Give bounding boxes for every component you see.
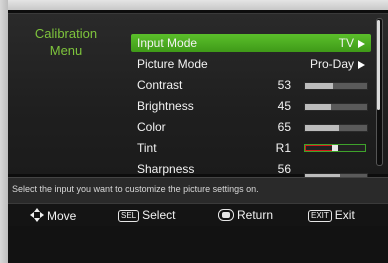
menu-item-label: Brightness	[137, 99, 194, 113]
menu-item-input-mode[interactable]: Input Mode TV	[131, 34, 371, 52]
menu-item-value: R1	[275, 141, 291, 155]
tv-bezel-left	[0, 0, 8, 263]
exit-hint: EXIT Exit	[308, 208, 355, 222]
menu-item-contrast[interactable]: Contrast 53	[131, 76, 371, 94]
menu-item-picture-mode[interactable]: Picture Mode Pro-Day	[131, 55, 371, 73]
menu-item-value: 53	[277, 78, 291, 92]
menu-item-label: Input Mode	[137, 36, 198, 50]
move-label: Move	[47, 209, 77, 223]
contrast-slider[interactable]	[304, 82, 368, 90]
sidebar-title: Calibration Menu	[16, 25, 116, 59]
menu-item-label: Contrast	[137, 78, 183, 92]
exit-label: Exit	[334, 208, 355, 222]
menu-item-label: Tint	[137, 141, 157, 155]
menu-item-value: 56	[277, 162, 291, 176]
right-arrow-icon	[358, 40, 365, 48]
menu-item-label: Sharpness	[137, 162, 195, 176]
slider-fill	[305, 104, 332, 110]
tint-marker	[332, 145, 338, 151]
tint-slider[interactable]	[304, 144, 366, 152]
sidebar-title-line2: Menu	[49, 43, 83, 58]
menu-item-color[interactable]: Color 65	[131, 118, 371, 136]
select-hint: SEL Select	[118, 208, 175, 222]
brightness-slider[interactable]	[304, 103, 368, 111]
return-key-icon	[218, 209, 234, 221]
menu-item-label: Color	[137, 120, 166, 134]
exit-key-icon: EXIT	[308, 210, 332, 222]
dpad-icon	[30, 208, 44, 222]
help-text: Select the input you want to customize t…	[12, 184, 259, 194]
menu-item-label: Picture Mode	[137, 57, 208, 71]
menu-item-brightness[interactable]: Brightness 45	[131, 97, 371, 115]
scrollbar-thumb[interactable]	[377, 20, 380, 110]
return-hint: Return	[218, 208, 273, 222]
tv-bezel-top	[0, 0, 388, 10]
tint-red-segment	[305, 145, 334, 151]
color-slider[interactable]	[304, 124, 368, 132]
slider-fill	[305, 83, 333, 89]
sidebar-title-line1: Calibration	[34, 26, 98, 41]
menu-item-value: TV	[339, 34, 365, 52]
menu-item-value: 65	[277, 120, 291, 134]
select-label: Select	[142, 208, 176, 222]
return-label: Return	[237, 208, 274, 222]
sel-key-icon: SEL	[118, 210, 140, 222]
menu-item-value: Pro-Day	[310, 55, 365, 73]
slider-fill	[305, 125, 340, 131]
right-arrow-icon	[358, 61, 365, 69]
menu-item-tint[interactable]: Tint R1	[131, 139, 371, 157]
screen-bottom	[8, 226, 388, 263]
move-hint: Move	[30, 208, 76, 223]
menu-item-value: 45	[277, 99, 291, 113]
